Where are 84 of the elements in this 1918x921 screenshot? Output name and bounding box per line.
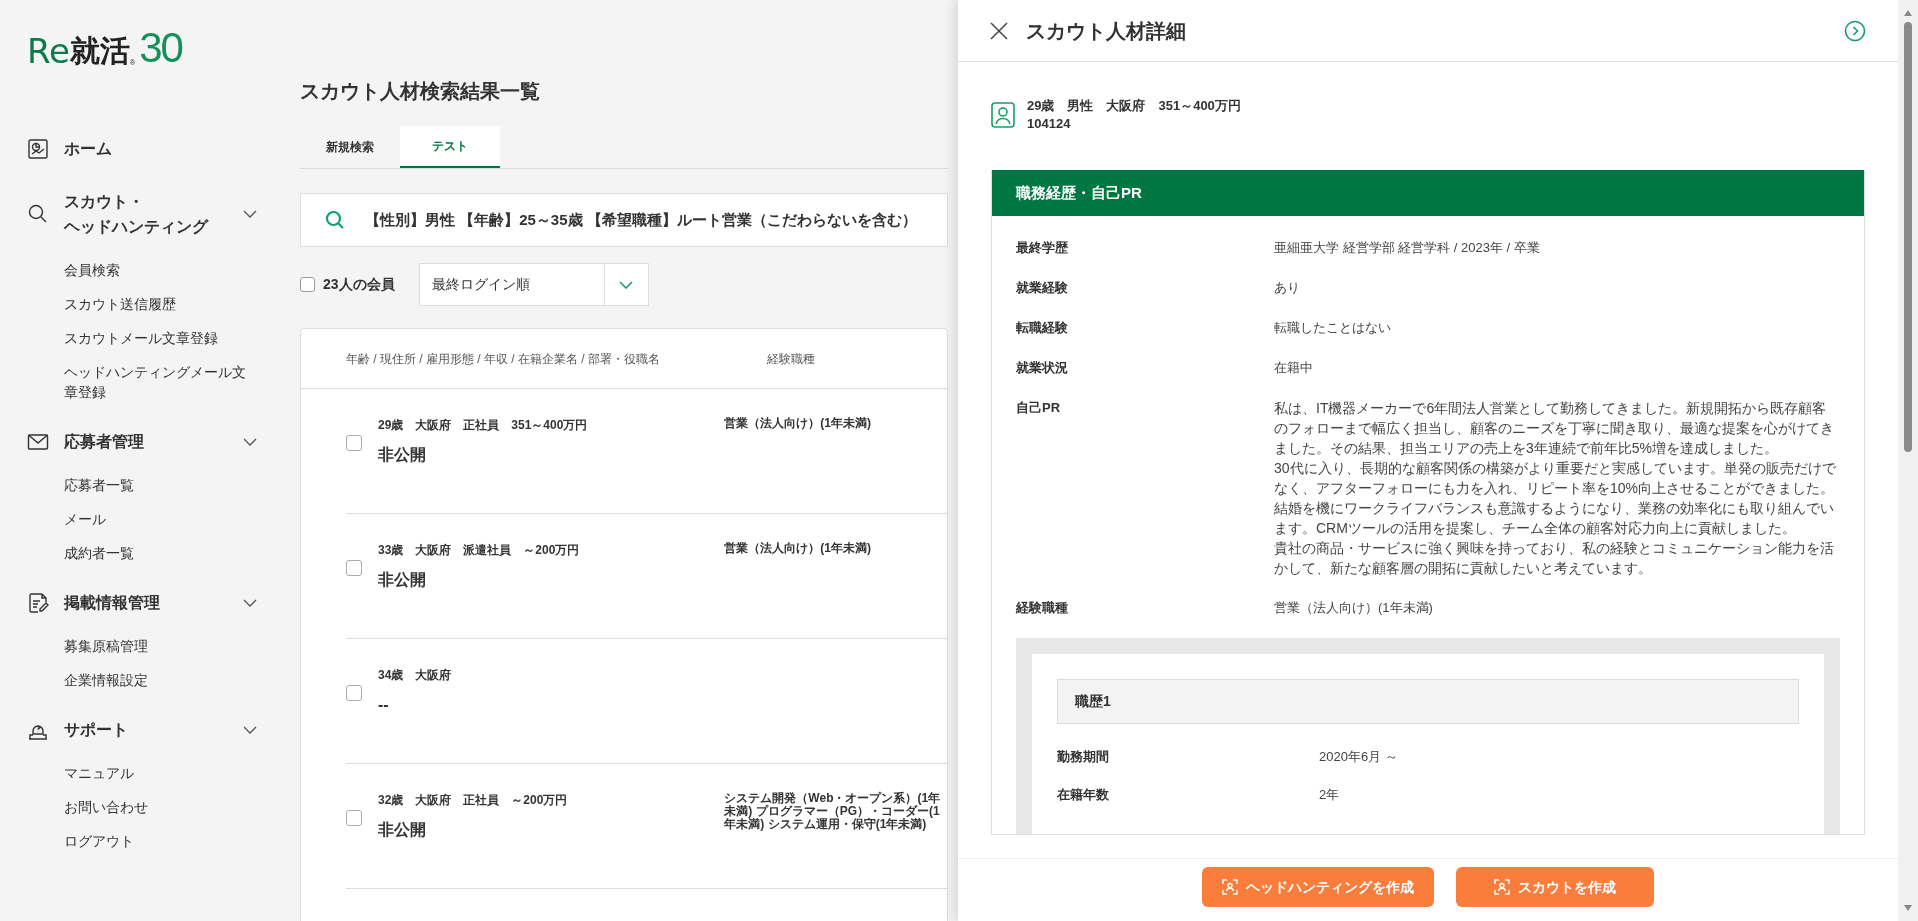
row-checkbox[interactable]: [346, 435, 362, 451]
document-icon: [27, 591, 49, 614]
member-name: 非公開: [378, 820, 427, 840]
select-all-checkbox[interactable]: [300, 277, 315, 292]
nav-section[interactable]: サポート: [27, 709, 257, 750]
close-button[interactable]: [990, 21, 1008, 40]
nav-link[interactable]: 成約者一覧: [64, 536, 254, 570]
page-title: スカウト人材検索結果一覧: [300, 79, 540, 104]
column-header: 年齢 / 現住所 / 雇用形態 / 年収 / 在籍企業名 / 部署・役職名: [345, 350, 661, 368]
nav-link[interactable]: 募集原稿管理: [64, 629, 254, 663]
nav-link[interactable]: 会員検索: [64, 253, 254, 287]
member-name: --: [378, 695, 390, 715]
tab[interactable]: 新規検索: [300, 126, 400, 168]
member-name: 非公開: [378, 445, 427, 465]
panel-title: スカウト人材詳細: [1026, 18, 1187, 44]
person-scan-icon: [1494, 879, 1510, 895]
field-label: 最終学歴: [1016, 239, 1069, 257]
field-label: 就業状況: [1016, 359, 1069, 377]
field-label: 勤務期間: [1057, 748, 1110, 766]
member-summary: 34歳 大阪府: [378, 667, 453, 683]
sort-dropdown[interactable]: 最終ログイン順: [418, 263, 649, 306]
scroll-down-arrow-icon: [1904, 905, 1912, 911]
nav-section[interactable]: 掲載情報管理: [27, 582, 257, 623]
nav-section[interactable]: ホーム: [27, 128, 257, 169]
member-count: 23人の会員: [323, 275, 395, 294]
profile-summary: 29歳 男性 大阪府 351～400万円: [1027, 97, 1241, 115]
next-button[interactable]: [1844, 19, 1866, 42]
nav-label: 掲載情報管理: [64, 593, 161, 613]
field-label: 就業経験: [1016, 279, 1069, 297]
scroll-up-arrow-icon: [1904, 10, 1912, 16]
nav-link[interactable]: 企業情報設定: [64, 663, 254, 697]
field-value: 亜細亜大学 経営学部 経営学科 / 2023年 / 卒業: [1274, 239, 1541, 257]
field-value: 営業（法人向け）(1年未満): [1274, 599, 1434, 617]
field-value: 転職したことはない: [1274, 319, 1392, 337]
field-value: あり: [1274, 279, 1301, 297]
field-label: 自己PR: [1016, 399, 1062, 417]
search-conditions: 【性別】男性 【年齢】25～35歳 【希望職種】ルート営業（こだわらないを含む）: [365, 209, 917, 230]
row-checkbox[interactable]: [346, 810, 362, 826]
experience-jobs: 営業（法人向け）(1年未満): [724, 542, 872, 555]
search-bar[interactable]: 【性別】男性 【年齢】25～35歳 【希望職種】ルート営業（こだわらないを含む）: [300, 193, 948, 247]
field-label: 経験職種: [1016, 599, 1069, 617]
nav-section[interactable]: 応募者管理: [27, 421, 257, 462]
chevron-down-icon: [619, 280, 634, 289]
person-icon: [991, 102, 1015, 128]
pr-paragraph: 私は、IT機器メーカーで6年間法人営業として勤務してきました。新規開拓から既存顧客のフォローまで幅広く担当し、顧客のニーズを丁寧に聞き取り、最適な提案を心がけてきました。その結果、担当エリアの売上を3年連続で前年比5%増を達成しました。: [1274, 399, 1835, 458]
pr-paragraph: 30代に入り、長期的な顧客関係の構築がより重要だと実感しています。単発の販売だけでなく、アフターフォローにも力を入れ、リピート率を10%向上させることができました。: [1274, 459, 1836, 498]
field-value: 2年: [1319, 786, 1340, 804]
close-icon: [990, 21, 1008, 40]
field-value: 2020年6月 ～: [1319, 748, 1398, 766]
nav-link[interactable]: スカウトメール文章登録: [64, 321, 254, 355]
member-summary: 33歳 大阪府 派遣社員 ～200万円: [378, 542, 581, 558]
search-icon: [325, 210, 345, 230]
field-label: 転職経験: [1016, 319, 1069, 337]
row-checkbox[interactable]: [346, 685, 362, 701]
person-scan-icon: [1222, 879, 1238, 895]
row-checkbox[interactable]: [346, 560, 362, 576]
nav-link[interactable]: ログアウト: [64, 824, 254, 858]
field-label: 在籍年数: [1057, 786, 1110, 804]
nav-section[interactable]: スカウト・ヘッドハンティング: [27, 181, 257, 247]
member-name: 非公開: [378, 570, 427, 590]
pr-paragraph: 結婚を機にワークライフバランスも意識するようになり、業務の効率化にも取り組んでいます。CRMツールの活用を提案し、チーム全体の顧客対応力向上に貢献しました。: [1274, 499, 1835, 538]
pr-paragraph: 貴社の商品・サービスに強く興味を持っており、私の経験とコミュニケーション能力を活かして、新たな顧客層の開拓に貢献したいと考えています。: [1274, 539, 1835, 578]
nav-link[interactable]: スカウト送信履歴: [64, 287, 254, 321]
member-id: 104124: [1027, 115, 1072, 133]
member-summary: 32歳 大阪府 正社員 ～200万円: [378, 792, 569, 808]
nav-link[interactable]: メール: [64, 502, 254, 536]
chevron-circle-icon: [1844, 19, 1866, 42]
nav-label: 応募者管理: [64, 432, 145, 452]
nav-link[interactable]: マニュアル: [64, 756, 254, 790]
nav-label: ホーム: [64, 139, 113, 159]
field-value: 在籍中: [1274, 359, 1314, 377]
career-title: 職歴1: [1057, 679, 1799, 724]
nav-label: スカウト・ヘッドハンティング: [64, 192, 210, 237]
experience-jobs: 営業（法人向け）(1年未満): [724, 417, 872, 430]
member-summary: 29歳 大阪府 正社員 351～400万円: [378, 417, 589, 433]
nav-link[interactable]: 応募者一覧: [64, 468, 254, 502]
column-header: 経験職種: [767, 350, 815, 368]
experience-jobs: システム開発（Web・オープン系）(1年未満) プログラマー（PG）・コーダー(1年未満) システム運用・保守(1年未満): [724, 792, 942, 831]
nav-link[interactable]: お問い合わせ: [64, 790, 254, 824]
nav-link[interactable]: ヘッドハンティングメール文章登録: [64, 355, 254, 409]
tab[interactable]: テスト: [400, 126, 500, 168]
section-header: 職務経歴・自己PR: [992, 170, 1864, 216]
nav-label: サポート: [64, 720, 129, 740]
search-icon: [27, 203, 49, 225]
